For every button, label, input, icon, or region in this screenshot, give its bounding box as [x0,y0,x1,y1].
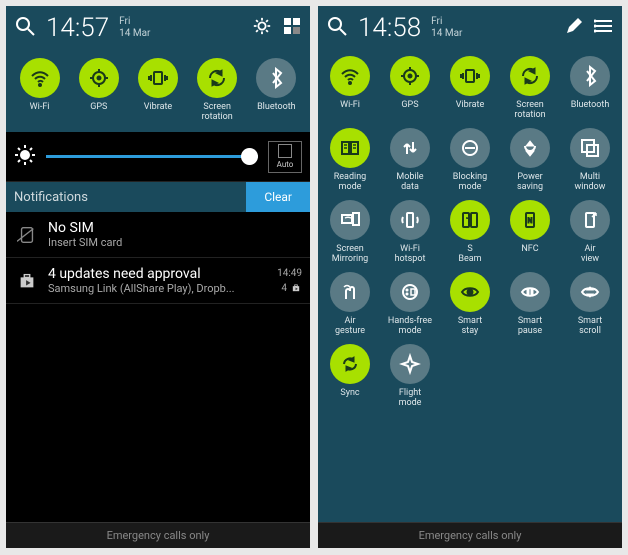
quick-toggles-grid: Wi-Fi GPS Vibrate Screenrotation Bluetoo… [318,50,622,522]
toggle-sync[interactable]: Sync [322,344,378,398]
toggle-label: ScreenMirroring [332,244,368,264]
notification-title: 4 updates need approval [48,266,271,282]
notification-meta: 14:49 4 [277,268,302,294]
toggle-vibrate[interactable]: Vibrate [442,56,498,110]
clear-button[interactable]: Clear [246,182,310,212]
panel-header: 14:58 Fri14 Mar [318,6,622,50]
brightness-auto-toggle[interactable]: Auto [268,141,302,173]
toggle-label: Bluetooth [257,102,296,112]
toggle-label: Hands-freemode [388,316,432,336]
toggle-label: Blockingmode [453,172,487,192]
toggle-gps[interactable]: GPS [71,58,127,122]
notification-subtitle: Insert SIM card [48,236,302,249]
toggle-label: Airgesture [335,316,365,336]
toggle-reading[interactable]: Readingmode [322,128,378,192]
toggle-label: NFC [521,244,538,254]
toggle-vibrate[interactable]: Vibrate [130,58,186,122]
toggle-hotspot[interactable]: Wi-Fihotspot [382,200,438,264]
clock-date: Fri14 Mar [431,16,462,40]
notification-panel-collapsed: 14:57 Fri14 Mar Wi-Fi GPS Vibrate Screen… [6,6,310,548]
toggle-label: GPS [90,102,107,112]
toggle-label: SBeam [458,244,481,264]
toggle-label: Readingmode [334,172,367,192]
toggle-label: Vibrate [144,102,172,112]
toggle-label: Vibrate [456,100,484,110]
toggle-label: Screenrotation [202,102,233,122]
search-icon[interactable] [326,15,348,41]
edit-icon[interactable] [564,16,584,40]
collapse-list-icon[interactable] [594,16,614,40]
settings-icon[interactable] [252,16,272,40]
toggle-handsfree[interactable]: Hands-freemode [382,272,438,336]
brightness-slider[interactable] [46,155,258,158]
toggle-label: Bluetooth [571,100,610,110]
toggle-smartpause[interactable]: Smartpause [502,272,558,336]
toggle-label: Smartpause [518,316,542,336]
toggle-label: Screenrotation [514,100,545,120]
toggle-label: Mobiledata [396,172,423,192]
toggle-label: Sync [340,388,359,398]
toggle-smartstay[interactable]: Smartstay [442,272,498,336]
toggle-blocking[interactable]: Blockingmode [442,128,498,192]
quick-toggles-row: Wi-Fi GPS Vibrate Screenrotation Bluetoo… [6,50,310,132]
expand-grid-icon[interactable] [282,16,302,40]
toggle-smartscroll[interactable]: Smartscroll [562,272,618,336]
notifications-title: Notifications [6,190,246,205]
clock-time: 14:57 [46,13,109,43]
clock-time: 14:58 [358,13,421,43]
toggle-bluetooth[interactable]: Bluetooth [562,56,618,110]
toggle-label: GPS [401,100,418,110]
notification-item[interactable]: 4 updates need approval Samsung Link (Al… [6,258,310,304]
notification-panel-expanded: 14:58 Fri14 Mar Wi-Fi GPS Vibrate Screen… [318,6,622,548]
toggle-wifi[interactable]: Wi-Fi [322,56,378,110]
toggle-wifi[interactable]: Wi-Fi [12,58,68,122]
toggle-label: Smartstay [458,316,482,336]
toggle-nfc[interactable]: NFC [502,200,558,254]
brightness-row: Auto [6,132,310,182]
footer-status: Emergency calls only [6,522,310,548]
toggle-mobiledata[interactable]: Mobiledata [382,128,438,192]
toggle-label: Wi-Fi [30,102,50,112]
toggle-label: Wi-Fihotspot [395,244,426,264]
toggle-rotate[interactable]: Screenrotation [189,58,245,122]
no-sim-icon [14,225,40,245]
toggle-sbeam[interactable]: SBeam [442,200,498,264]
toggle-powersave[interactable]: Powersaving [502,128,558,192]
toggle-label: Multiwindow [575,172,606,192]
search-icon[interactable] [14,15,36,41]
toggle-airgesture[interactable]: Airgesture [322,272,378,336]
store-icon [14,271,40,291]
notification-title: No SIM [48,220,302,236]
notifications-header: Notifications Clear [6,182,310,212]
toggle-bluetooth[interactable]: Bluetooth [248,58,304,122]
notification-item[interactable]: No SIM Insert SIM card [6,212,310,258]
clock-date: Fri14 Mar [119,16,150,40]
toggle-flight[interactable]: Flightmode [382,344,438,408]
toggle-airview[interactable]: Airview [562,200,618,264]
footer-status: Emergency calls only [318,522,622,548]
toggle-rotate[interactable]: Screenrotation [502,56,558,120]
toggle-multiwindow[interactable]: Multiwindow [562,128,618,192]
toggle-label: Flightmode [399,388,422,408]
toggle-label: Powersaving [517,172,543,192]
notification-subtitle: Samsung Link (AllShare Play), Dropb... [48,282,271,295]
brightness-icon [14,144,36,170]
toggle-label: Wi-Fi [340,100,360,110]
toggle-label: Smartscroll [578,316,602,336]
panel-header: 14:57 Fri14 Mar [6,6,310,50]
toggle-mirror[interactable]: ScreenMirroring [322,200,378,264]
toggle-gps[interactable]: GPS [382,56,438,110]
toggle-label: Airview [581,244,599,264]
